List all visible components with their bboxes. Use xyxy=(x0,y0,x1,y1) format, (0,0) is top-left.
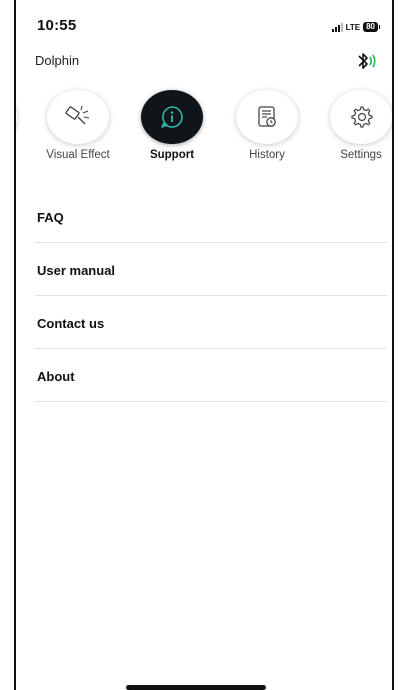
menu-item-contact-us[interactable]: Contact us xyxy=(35,296,387,349)
home-indicator[interactable] xyxy=(126,685,266,690)
tab-visual-effect[interactable]: Visual Effect xyxy=(38,88,118,168)
feature-tabs: e Visual Effect xyxy=(16,88,392,168)
status-time: 10:55 xyxy=(37,17,77,34)
app-screen: 10:55 LTE 80 Dolphin e xyxy=(14,0,394,690)
tab-history-label: History xyxy=(249,149,285,161)
device-name: Dolphin xyxy=(35,53,80,68)
tab-settings[interactable]: Settings xyxy=(321,88,392,168)
menu-item-label: Contact us xyxy=(37,316,105,331)
menu-item-label: User manual xyxy=(37,263,116,278)
menu-item-user-manual[interactable]: User manual xyxy=(35,243,387,296)
tab-settings-circle xyxy=(330,90,392,144)
menu-item-label: About xyxy=(37,369,75,384)
history-document-icon xyxy=(258,106,276,127)
tab-history-circle xyxy=(236,90,298,144)
menu-item-about[interactable]: About xyxy=(35,349,387,402)
tab-partial[interactable]: e xyxy=(16,88,26,168)
signal-strength-icon xyxy=(331,22,343,32)
menu-item-faq[interactable]: FAQ xyxy=(35,190,387,243)
info-chat-icon xyxy=(161,106,183,128)
tab-support[interactable]: Support xyxy=(132,88,212,168)
gear-icon xyxy=(351,106,373,128)
tab-support-label: Support xyxy=(149,149,195,161)
support-menu: FAQ User manual Contact us About xyxy=(35,190,387,402)
network-type: LTE xyxy=(345,22,361,32)
tab-partial-circle xyxy=(16,90,17,144)
tab-visual-effect-circle xyxy=(47,90,109,144)
battery-icon: 80 xyxy=(363,22,380,32)
bluetooth-connected-icon[interactable] xyxy=(354,50,378,72)
tab-support-circle xyxy=(141,90,203,144)
tab-visual-effect-label: Visual Effect xyxy=(46,149,110,161)
sparkle-wand-icon xyxy=(65,105,90,125)
menu-item-label: FAQ xyxy=(37,210,64,225)
status-indicators: LTE 80 xyxy=(331,20,380,34)
status-bar: 10:55 LTE 80 xyxy=(16,0,392,40)
tab-settings-label: Settings xyxy=(340,149,382,161)
tab-history[interactable]: History xyxy=(227,88,307,168)
device-header: Dolphin xyxy=(16,48,392,74)
